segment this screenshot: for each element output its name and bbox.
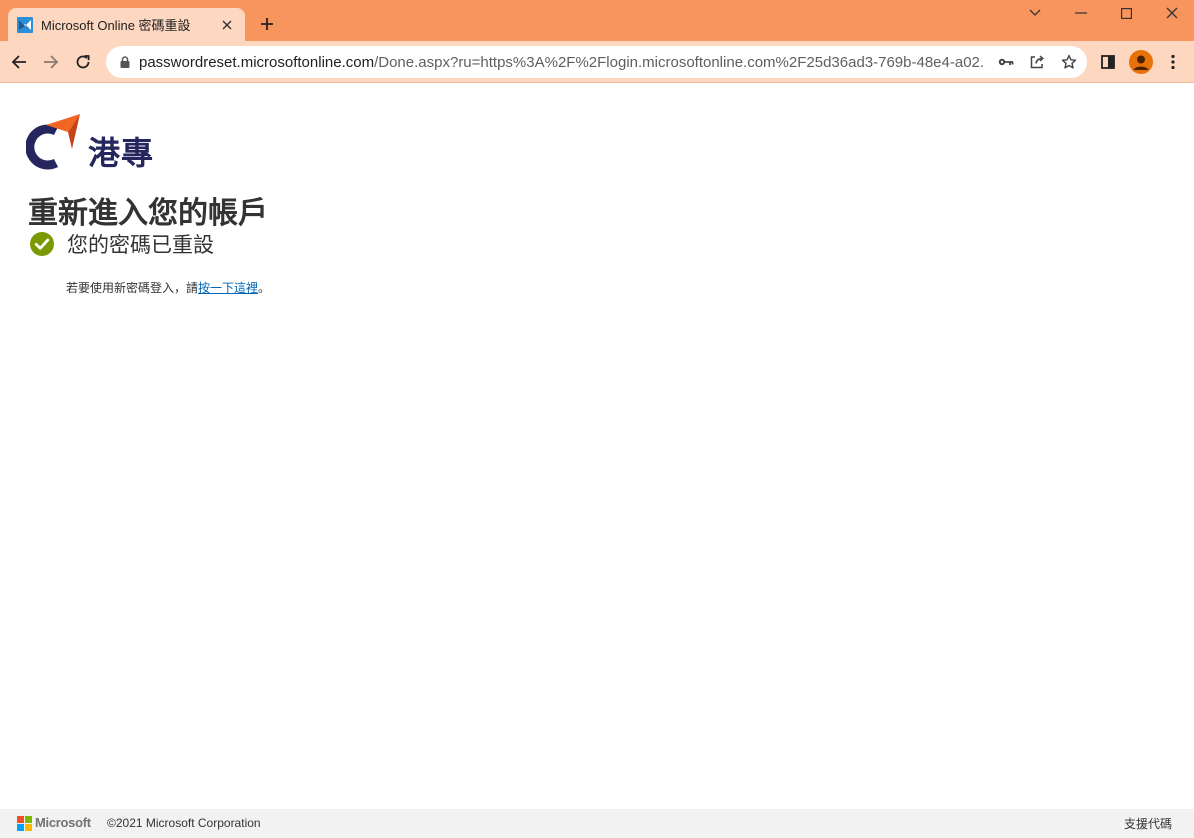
browser-toolbar: passwordreset.microsoftonline.com/Done.a…: [0, 41, 1194, 83]
forward-icon[interactable]: [38, 49, 64, 75]
password-reset-favicon-icon: [17, 16, 33, 33]
brand-name: 港專: [88, 134, 155, 172]
click-here-link[interactable]: 按一下這裡: [198, 281, 258, 295]
maximize-icon[interactable]: [1103, 2, 1149, 24]
url-path: /Done.aspx?ru=https%3A%2F%2Flogin.micros…: [374, 53, 984, 71]
bookmark-star-icon[interactable]: [1059, 52, 1079, 72]
profile-avatar-icon[interactable]: [1129, 50, 1153, 74]
back-icon[interactable]: [6, 49, 32, 75]
copyright-text: ©2021 Microsoft Corporation: [107, 816, 261, 830]
info-prefix: 若要使用新密碼登入，請: [66, 281, 199, 295]
success-message-row: 您的密碼已重設: [30, 229, 214, 259]
microsoft-logo-icon: [17, 816, 32, 831]
browser-titlebar: Microsoft Online 密碼重設: [0, 0, 1194, 41]
browser-tab[interactable]: Microsoft Online 密碼重設: [8, 8, 245, 41]
info-suffix: 。: [258, 281, 271, 295]
tab-search-chevron-icon[interactable]: [1012, 2, 1058, 24]
success-message: 您的密碼已重設: [67, 233, 214, 257]
share-icon[interactable]: [1027, 52, 1047, 72]
success-check-icon: [30, 232, 54, 256]
support-code-link[interactable]: 支援代碼: [1124, 815, 1172, 832]
close-window-icon[interactable]: [1149, 2, 1194, 24]
more-menu-icon[interactable]: [1163, 52, 1183, 72]
password-key-icon[interactable]: [996, 52, 1016, 72]
sign-in-instructions: 若要使用新密碼登入，請按一下這裡。: [66, 279, 270, 296]
side-panel-icon[interactable]: [1098, 52, 1118, 72]
lock-icon[interactable]: [118, 55, 132, 69]
url-text[interactable]: passwordreset.microsoftonline.com/Done.a…: [139, 54, 984, 71]
minimize-icon[interactable]: [1058, 2, 1104, 24]
new-tab-icon[interactable]: [256, 13, 278, 35]
tab-close-icon[interactable]: [217, 15, 237, 35]
address-bar[interactable]: passwordreset.microsoftonline.com/Done.a…: [106, 46, 1087, 78]
reload-icon[interactable]: [70, 49, 96, 75]
microsoft-wordmark: Microsoft: [35, 815, 91, 830]
page-title: 重新進入您的帳戶: [28, 196, 268, 231]
url-host: passwordreset.microsoftonline.com: [139, 53, 375, 71]
tab-title: Microsoft Online 密碼重設: [41, 18, 191, 33]
